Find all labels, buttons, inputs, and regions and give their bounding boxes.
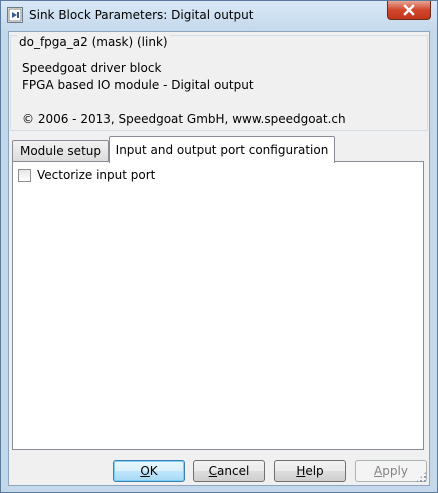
close-icon bbox=[403, 4, 415, 16]
block-arrow-icon bbox=[8, 8, 22, 22]
tab-label: Module setup bbox=[19, 144, 101, 158]
help-mnemonic: H bbox=[296, 464, 306, 478]
vectorize-input-checkbox[interactable] bbox=[18, 168, 31, 182]
ok-mnemonic: O bbox=[140, 464, 150, 478]
vectorize-input-row: Vectorize input port bbox=[18, 168, 155, 182]
copyright-line: © 2006 - 2013, Speedgoat GmbH, www.speed… bbox=[22, 112, 346, 126]
description-line-1: Speedgoat driver block bbox=[22, 61, 162, 75]
dialog-window: Sink Block Parameters: Digital output do… bbox=[0, 0, 438, 493]
tab-panel: Vectorize input port bbox=[12, 161, 424, 450]
cancel-button[interactable]: Cancel bbox=[193, 460, 265, 482]
apply-button[interactable]: Apply bbox=[355, 460, 427, 482]
cancel-mnemonic: C bbox=[208, 464, 218, 478]
help-button[interactable]: Help bbox=[274, 460, 346, 482]
ok-button[interactable]: OK bbox=[113, 460, 185, 482]
mask-description-group: do_fpga_a2 (mask) (link) Speedgoat drive… bbox=[10, 35, 428, 131]
title-bar[interactable]: Sink Block Parameters: Digital output bbox=[1, 1, 437, 31]
dialog-client-area: do_fpga_a2 (mask) (link) Speedgoat drive… bbox=[8, 31, 430, 486]
help-label-rest: elp bbox=[305, 464, 324, 478]
apply-mnemonic: A bbox=[374, 464, 383, 478]
window-title: Sink Block Parameters: Digital output bbox=[29, 8, 254, 22]
mask-group-title: do_fpga_a2 (mask) (link) bbox=[17, 35, 170, 49]
tab-io-port-configuration[interactable]: Input and output port configuration bbox=[109, 136, 335, 163]
tab-module-setup[interactable]: Module setup bbox=[12, 140, 109, 161]
tab-label: Input and output port configuration bbox=[115, 143, 329, 157]
simulink-block-icon bbox=[7, 7, 23, 23]
cancel-label-rest: ancel bbox=[217, 464, 250, 478]
close-button[interactable] bbox=[387, 1, 431, 20]
apply-label-rest: pply bbox=[382, 464, 408, 478]
vectorize-input-label[interactable]: Vectorize input port bbox=[37, 168, 155, 182]
tab-bar: Module setup Input and output port confi… bbox=[12, 136, 428, 163]
description-line-2: FPGA based IO module - Digital output bbox=[22, 78, 254, 92]
ok-label-rest: K bbox=[149, 464, 158, 478]
